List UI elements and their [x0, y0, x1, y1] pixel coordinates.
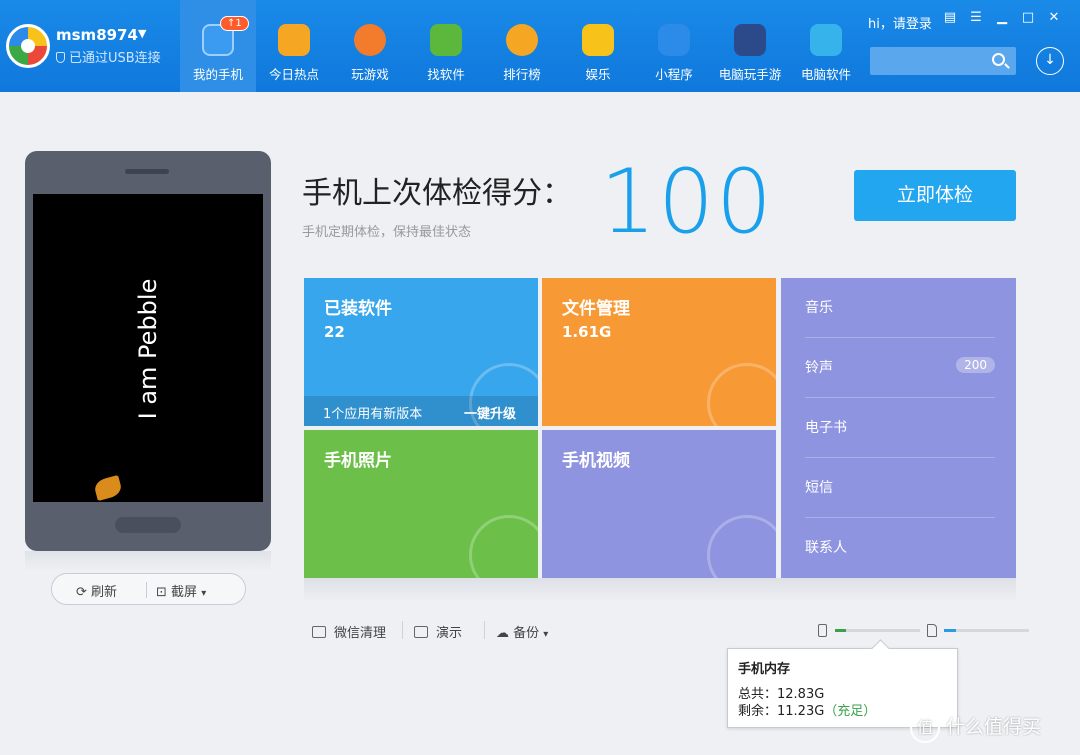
- message-icon[interactable]: ▤: [940, 10, 960, 25]
- play-icon: [707, 515, 776, 578]
- checkup-button[interactable]: 立即体检: [854, 170, 1016, 221]
- refresh-icon: ⟳: [76, 585, 92, 600]
- media-item-music[interactable]: 音乐: [805, 278, 995, 338]
- search-icon[interactable]: [992, 53, 1005, 66]
- divider: [402, 621, 403, 639]
- nav-pc-software[interactable]: 电脑软件: [788, 0, 864, 92]
- watermark: 值什么值得买: [910, 712, 1041, 743]
- ringtone-count-badge: 200: [956, 357, 995, 373]
- tile-file-manager[interactable]: 文件管理 1.61G: [542, 278, 776, 426]
- media-panel: 音乐 铃声 200 电子书 短信 联系人: [781, 278, 1016, 578]
- nav-mini-programs[interactable]: 小程序: [636, 0, 712, 92]
- download-icon[interactable]: ↓: [1036, 47, 1064, 75]
- menu-icon[interactable]: ☰: [966, 10, 986, 25]
- android-icon: [430, 24, 462, 56]
- checkup-title: 手机上次体检得分：: [302, 176, 572, 211]
- shield-icon: [56, 52, 65, 63]
- media-item-ringtones[interactable]: 铃声 200: [805, 338, 995, 398]
- divider: [146, 582, 147, 598]
- nav-my-phone[interactable]: ↑1 我的手机: [180, 0, 256, 92]
- device-name[interactable]: msm8974: [56, 26, 138, 44]
- sd-card-icon[interactable]: [927, 624, 937, 637]
- close-icon[interactable]: ✕: [1044, 10, 1064, 25]
- main-nav: ↑1 我的手机 今日热点 玩游戏 找软件 排行榜 娱乐 小程序 电脑玩手游 电脑…: [180, 0, 864, 92]
- phone-preview: I am Pebble: [25, 151, 271, 551]
- checkup-score: 100: [600, 150, 774, 253]
- play-icon: [414, 626, 428, 638]
- media-item-contacts[interactable]: 联系人: [805, 518, 995, 578]
- windows-icon: [810, 24, 842, 56]
- phone-speaker: [125, 169, 169, 174]
- checkup-subtitle: 手机定期体检，保持最佳状态: [302, 225, 472, 240]
- phone-storage-icon[interactable]: [818, 624, 827, 637]
- top-bar: msm8974 ▼ 已通过USB连接 ↑1 我的手机 今日热点 玩游戏 找软件 …: [0, 0, 1080, 92]
- phone-storage-bar[interactable]: [835, 629, 920, 632]
- apps-update-bar: 1个应用有新版本 一键升级: [304, 396, 538, 426]
- sd-storage-bar[interactable]: [944, 629, 1029, 632]
- update-badge: ↑1: [220, 16, 249, 31]
- minimize-icon[interactable]: ▁: [992, 10, 1012, 25]
- media-item-sms[interactable]: 短信: [805, 458, 995, 518]
- photo-icon: [469, 515, 538, 578]
- tile-phone-videos[interactable]: 手机视频: [542, 430, 776, 578]
- demo-button[interactable]: 演示: [414, 622, 462, 641]
- nav-entertainment[interactable]: 娱乐: [560, 0, 636, 92]
- broom-icon: [312, 626, 326, 638]
- maximize-icon[interactable]: □: [1018, 10, 1038, 25]
- leaf-icon: [92, 474, 124, 502]
- device-status: 已通过USB连接: [56, 47, 161, 66]
- chevron-down-icon: ▾: [201, 588, 207, 599]
- wechat-clean-button[interactable]: 微信清理: [312, 622, 386, 641]
- nav-games[interactable]: 玩游戏: [332, 0, 408, 92]
- chevron-down-icon: ▾: [543, 629, 549, 640]
- tiles-reflection: [304, 578, 1016, 602]
- tile-phone-photos[interactable]: 手机照片: [304, 430, 538, 578]
- device-menu-caret-icon[interactable]: ▼: [138, 27, 146, 40]
- folder-icon: [582, 24, 614, 56]
- upgrade-all-button[interactable]: 一键升级: [464, 403, 516, 422]
- watermark-logo: 值: [910, 712, 940, 743]
- monitor-game-icon: [734, 24, 766, 56]
- screenshot-button[interactable]: ⊡ 截屏 ▾: [156, 581, 206, 600]
- backup-button[interactable]: ☁ 备份 ▾: [496, 622, 548, 641]
- phone-storage-fill: [835, 629, 846, 632]
- gamepad-icon: [354, 24, 386, 56]
- tile-installed-apps[interactable]: 已装软件 22 1个应用有新版本 一键升级: [304, 278, 538, 426]
- miniapp-icon: [658, 24, 690, 56]
- sd-storage-fill: [944, 629, 956, 632]
- divider: [484, 621, 485, 639]
- screen-text: I am Pebble: [134, 278, 162, 420]
- medal-icon: [506, 24, 538, 56]
- crop-icon: ⊡: [156, 585, 172, 600]
- nav-rankings[interactable]: 排行榜: [484, 0, 560, 92]
- cloud-icon: ☁: [496, 626, 514, 641]
- nav-pc-mobile-games[interactable]: 电脑玩手游: [712, 0, 788, 92]
- phone-actions: ⟳ 刷新 ⊡ 截屏 ▾: [51, 573, 246, 605]
- phone-reflection: [25, 551, 271, 571]
- nav-find-apps[interactable]: 找软件: [408, 0, 484, 92]
- star-icon: [278, 24, 310, 56]
- phone-screen: I am Pebble: [33, 194, 263, 502]
- app-logo: [6, 24, 50, 68]
- phone-home-button: [115, 517, 181, 533]
- refresh-button[interactable]: ⟳ 刷新: [76, 581, 117, 600]
- nav-today-hot[interactable]: 今日热点: [256, 0, 332, 92]
- folder-icon: [707, 363, 776, 426]
- media-item-ebooks[interactable]: 电子书: [805, 398, 995, 458]
- login-link[interactable]: hi，请登录: [868, 13, 932, 32]
